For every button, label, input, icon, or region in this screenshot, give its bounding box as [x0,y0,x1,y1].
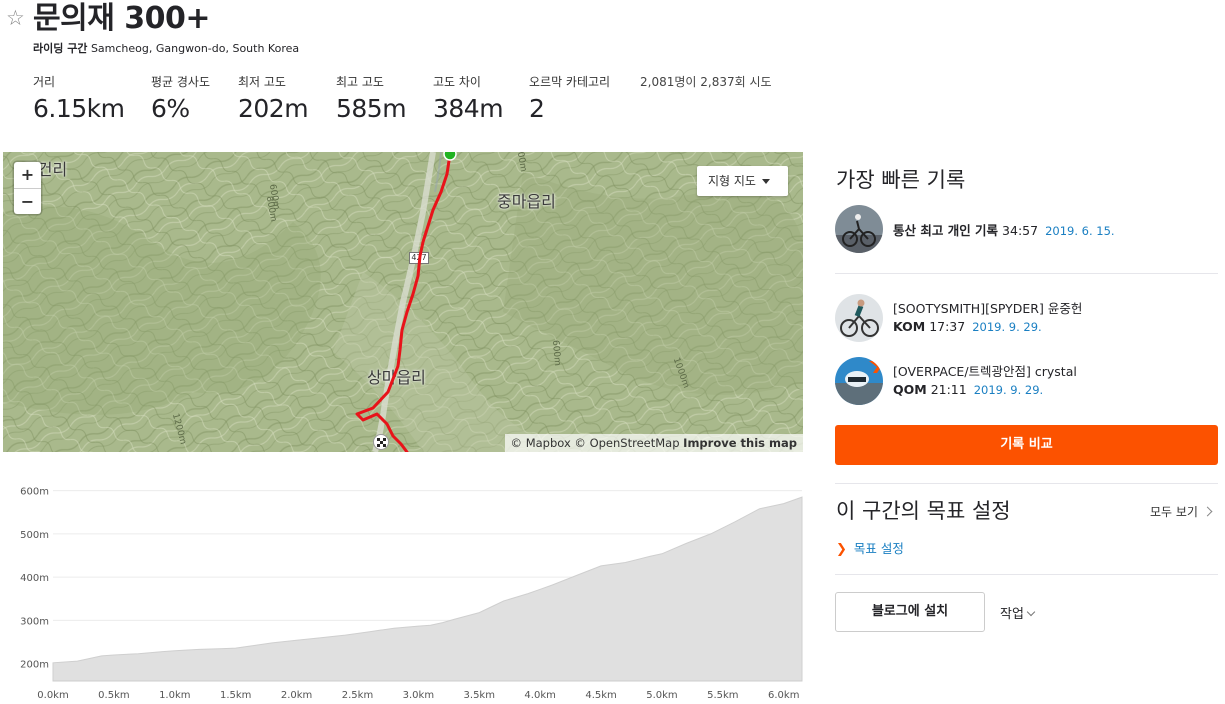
x-tick-label: 3.5km [464,690,495,701]
entry-time: 17:37 [929,319,966,334]
caret-down-icon [761,179,770,184]
set-goal-link[interactable]: ❯ 목표 설정 [836,538,904,557]
stat-value: 384m [433,94,504,123]
x-tick-label: 4.0km [524,690,555,701]
entry-line: QOM 21:11 2019. 9. 29. [893,382,1043,397]
x-tick-label: 1.0km [159,690,190,701]
entry-line: KOM 17:37 2019. 9. 29. [893,319,1042,334]
actions-label: 작업 [1000,607,1024,622]
improve-map-link[interactable]: Improve this map [683,436,797,450]
see-all-label: 모두 보기 [1150,505,1198,519]
set-goal-label: 목표 설정 [853,541,904,556]
elevation-chart[interactable]: 600m 500m 400m 300m 200m 0.0km 0.5km 1.0km 1.5k… [0,480,810,704]
y-tick-label: 400m [20,573,49,584]
entry-name[interactable]: [OVERPACE/트렉광안점] crystal [893,361,1077,380]
avatar[interactable] [835,357,883,405]
x-tick-label: 1.5km [220,690,251,701]
entry-name: 통산 최고 개인 기록 [893,223,999,238]
x-tick-label: 3.0km [403,690,434,701]
stat-elev-diff: 고도 차이 384m [433,74,504,126]
x-tick-label: 5.0km [646,690,677,701]
orange-chevron-icon: ❯ [836,542,847,557]
actions-dropdown[interactable]: 작업 [1000,603,1036,622]
finish-flag-icon [373,434,389,450]
stat-distance: 거리 6.15km [33,74,125,126]
y-tick-label: 600m [20,487,49,498]
leaderboard-title: 가장 빠른 기록 [836,168,966,192]
x-tick-label: 5.5km [707,690,738,701]
y-tick-label: 200m [20,660,49,671]
x-tick-label: 6.0km [768,690,799,701]
stat-value: 6.15km [33,94,125,123]
segment-route [355,152,457,452]
route-start-marker [443,152,457,161]
entry-date-link[interactable]: 2019. 9. 29. [972,320,1042,334]
entry-name[interactable]: [SOOTYSMITH][SPYDER] 윤중헌 [893,298,1082,317]
stat-value: 6% [151,94,190,123]
entry-date-link[interactable]: 2019. 6. 15. [1045,224,1115,238]
entry-time: 21:11 [930,382,967,397]
qom-label: QOM [893,382,927,397]
x-tick-label: 2.0km [281,690,312,701]
zoom-out-button[interactable]: − [14,188,41,214]
x-tick-label: 2.5km [342,690,373,701]
stat-value: 202m [238,94,309,123]
stat-avg-grade: 평균 경사도 6% [151,74,210,126]
stat-value: 585m [336,94,407,123]
attempts-count: 2,081명이 2,837회 시도 [640,75,772,89]
segment-location: Samcheog, Gangwon-do, South Korea [90,42,300,55]
zoom-in-button[interactable]: + [14,162,41,188]
y-tick-label: 300m [20,616,49,627]
map-attribution: © Mapbox © OpenStreetMap Improve this ma… [504,434,803,452]
stat-label: 거리 [33,75,56,89]
stat-label: 평균 경사도 [151,75,211,89]
stat-label: 최저 고도 [238,75,286,89]
entry-line: 통산 최고 개인 기록 34:57 2019. 6. 15. [893,220,1115,239]
x-tick-label: 0.5km [98,690,129,701]
see-all-link[interactable]: 모두 보기 [1150,503,1213,520]
divider [835,273,1218,274]
segment-subtitle: 라이딩 구간 Samcheog, Gangwon-do, South Korea [33,40,299,56]
goals-title: 이 구간의 목표 설정 [836,499,1011,523]
y-tick-label: 500m [20,530,49,541]
stat-value: 2 [529,94,545,123]
zoom-control: + − [14,162,41,214]
segment-type: 라이딩 구간 [33,42,88,55]
embed-on-blog-button[interactable]: 블로그에 설치 [835,592,985,632]
map-type-label: 지형 지도 [708,174,756,188]
chevron-right-icon [1202,506,1213,517]
stat-highest-elev: 최고 고도 585m [336,74,407,126]
entry-time: 34:57 [1002,223,1039,238]
entry-date-link[interactable]: 2019. 9. 29. [974,383,1044,397]
map-type-dropdown[interactable]: 지형 지도 [697,166,788,196]
chevron-down-icon [1026,607,1036,617]
stat-label: 최고 고도 [336,75,384,89]
page-title: 문의재 300+ [33,1,211,36]
kom-label: KOM [893,319,926,334]
elevation-y-axis: 600m 500m 400m 300m 200m [20,487,49,671]
x-tick-label: 4.5km [585,690,616,701]
x-tick-label: 0.0km [37,690,68,701]
osm-attribution-link[interactable]: © OpenStreetMap [574,436,679,450]
divider [835,483,1218,484]
mapbox-attribution-link[interactable]: © Mapbox [511,436,571,450]
elevation-x-axis: 0.0km 0.5km 1.0km 1.5km 2.0km 2.5km 3.0km 3.5km… [37,690,799,701]
stat-label: 고도 차이 [433,75,481,89]
divider [835,574,1218,575]
stat-label: 오르막 카테고리 [529,75,611,89]
avatar[interactable] [835,205,883,253]
stat-climb-category: 오르막 카테고리 2 [529,74,610,126]
segment-map[interactable]: 도건리 중마읍리 상마읍리 600m 800m 800m 1200m 600m … [3,152,803,452]
avatar[interactable] [835,294,883,342]
favorite-star-icon[interactable]: ☆ [6,8,25,29]
elevation-area [52,496,803,682]
compare-efforts-button[interactable]: 기록 비교 [835,425,1218,465]
stat-lowest-elev: 최저 고도 202m [238,74,309,126]
